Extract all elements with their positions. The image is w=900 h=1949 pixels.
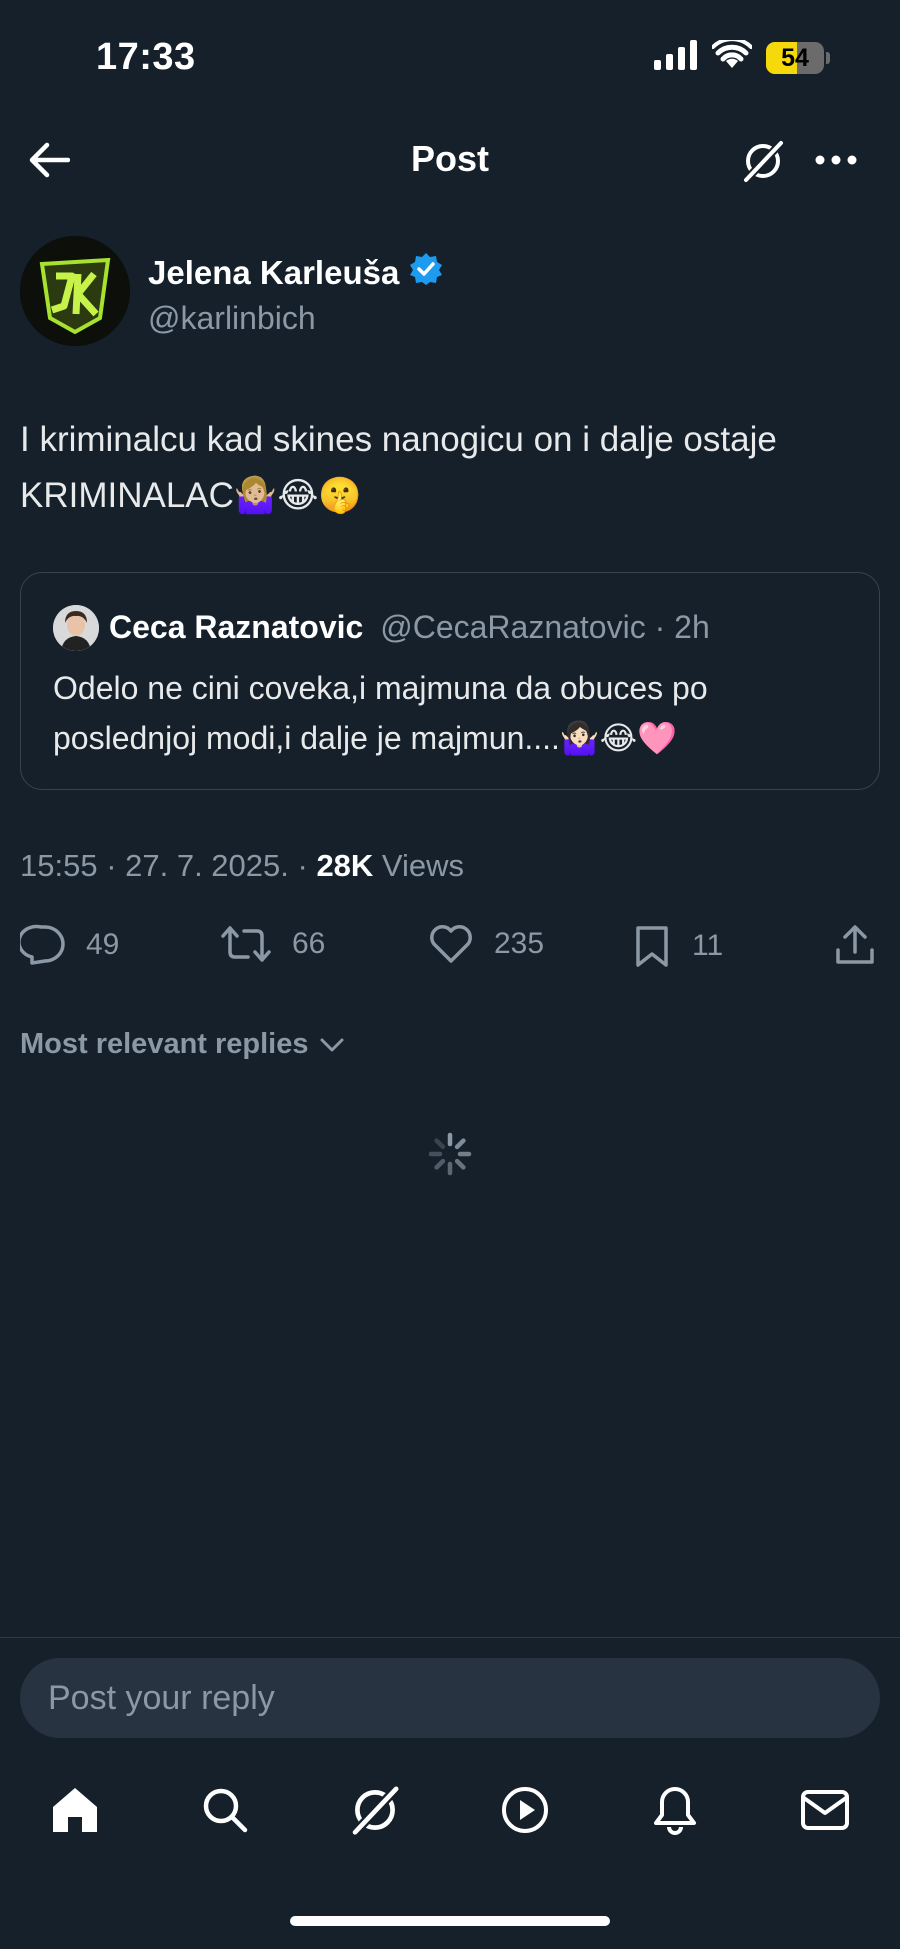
- quote-author-handle[interactable]: @CecaRaznatovic: [380, 609, 645, 645]
- replies-sort-dropdown[interactable]: Most relevant replies: [20, 1028, 345, 1061]
- status-icons: 54: [654, 37, 830, 75]
- tab-notifications[interactable]: [645, 1780, 705, 1840]
- like-button[interactable]: 235: [428, 924, 544, 964]
- author-name[interactable]: Jelena Karleuša: [148, 254, 399, 292]
- reply-icon: [20, 924, 65, 965]
- chevron-down-icon: [320, 1038, 343, 1051]
- avatar-photo-icon: [53, 605, 99, 651]
- reply-placeholder: Post your reply: [48, 1679, 275, 1717]
- share-button[interactable]: [834, 924, 876, 966]
- quote-text: Odelo ne cini coveka,i majmuna da obuces…: [53, 670, 708, 756]
- grok-icon: [742, 139, 785, 184]
- quote-separator: ·: [645, 609, 675, 645]
- bookmark-icon: [636, 926, 668, 967]
- more-horizontal-icon: [815, 155, 857, 165]
- views-count[interactable]: 28K: [316, 848, 373, 883]
- quoted-post[interactable]: Ceca Raznatovic @CecaRaznatovic · 2h Ode…: [20, 572, 880, 790]
- author-avatar[interactable]: [20, 236, 130, 346]
- tab-search[interactable]: [195, 1780, 255, 1840]
- post-meta: 15:55 · 27. 7. 2025. · 28K Views: [20, 848, 464, 884]
- battery-level: 54: [781, 43, 809, 72]
- tab-messages[interactable]: [795, 1780, 855, 1840]
- tab-grok[interactable]: [345, 1780, 405, 1840]
- quote-avatar[interactable]: [53, 605, 99, 651]
- bottom-tab-bar: [0, 1780, 900, 1850]
- divider: [0, 1637, 900, 1638]
- bookmark-count: 11: [692, 929, 724, 962]
- more-button[interactable]: [812, 142, 860, 178]
- notifications-icon: [654, 1787, 696, 1835]
- heart-icon: [430, 925, 472, 963]
- like-count: 235: [494, 927, 545, 960]
- quote-time: 2h: [674, 609, 710, 645]
- bookmark-button[interactable]: 11: [632, 924, 723, 968]
- author-name-row[interactable]: Jelena Karleuša: [148, 252, 443, 294]
- reply-input[interactable]: Post your reply: [20, 1658, 880, 1738]
- status-time: 17:33: [96, 36, 196, 78]
- grok-button[interactable]: [738, 136, 788, 186]
- repost-count: 66: [292, 927, 326, 960]
- search-icon: [203, 1788, 248, 1833]
- verified-badge-icon: [409, 252, 443, 294]
- reply-count: 49: [86, 928, 120, 961]
- jk-logo-icon: [20, 236, 130, 346]
- post-timestamp: 15:55 · 27. 7. 2025. ·: [20, 848, 317, 883]
- tab-video[interactable]: [495, 1780, 555, 1840]
- loading-spinner-icon: [428, 1132, 472, 1176]
- messages-icon: [801, 1790, 849, 1830]
- author-handle[interactable]: @karlinbich: [148, 300, 316, 337]
- replies-sort-label: Most relevant replies: [20, 1028, 309, 1060]
- repost-button[interactable]: 66: [220, 924, 325, 964]
- battery-icon: 54: [766, 41, 830, 74]
- views-label: Views: [373, 848, 465, 883]
- grok-icon: [350, 1784, 401, 1837]
- wifi-icon: [711, 37, 753, 75]
- reply-button[interactable]: 49: [20, 924, 119, 966]
- tab-home[interactable]: [45, 1780, 105, 1840]
- post-text: I kriminalcu kad skines nanogicu on i da…: [20, 420, 777, 515]
- signal-icon: [654, 40, 698, 75]
- quote-header: Ceca Raznatovic @CecaRaznatovic · 2h: [109, 609, 710, 646]
- repost-icon: [221, 926, 271, 962]
- quote-author-name[interactable]: Ceca Raznatovic: [109, 609, 363, 645]
- home-indicator[interactable]: [290, 1916, 610, 1926]
- share-icon: [836, 925, 874, 964]
- home-icon: [53, 1788, 97, 1832]
- video-icon: [502, 1787, 548, 1833]
